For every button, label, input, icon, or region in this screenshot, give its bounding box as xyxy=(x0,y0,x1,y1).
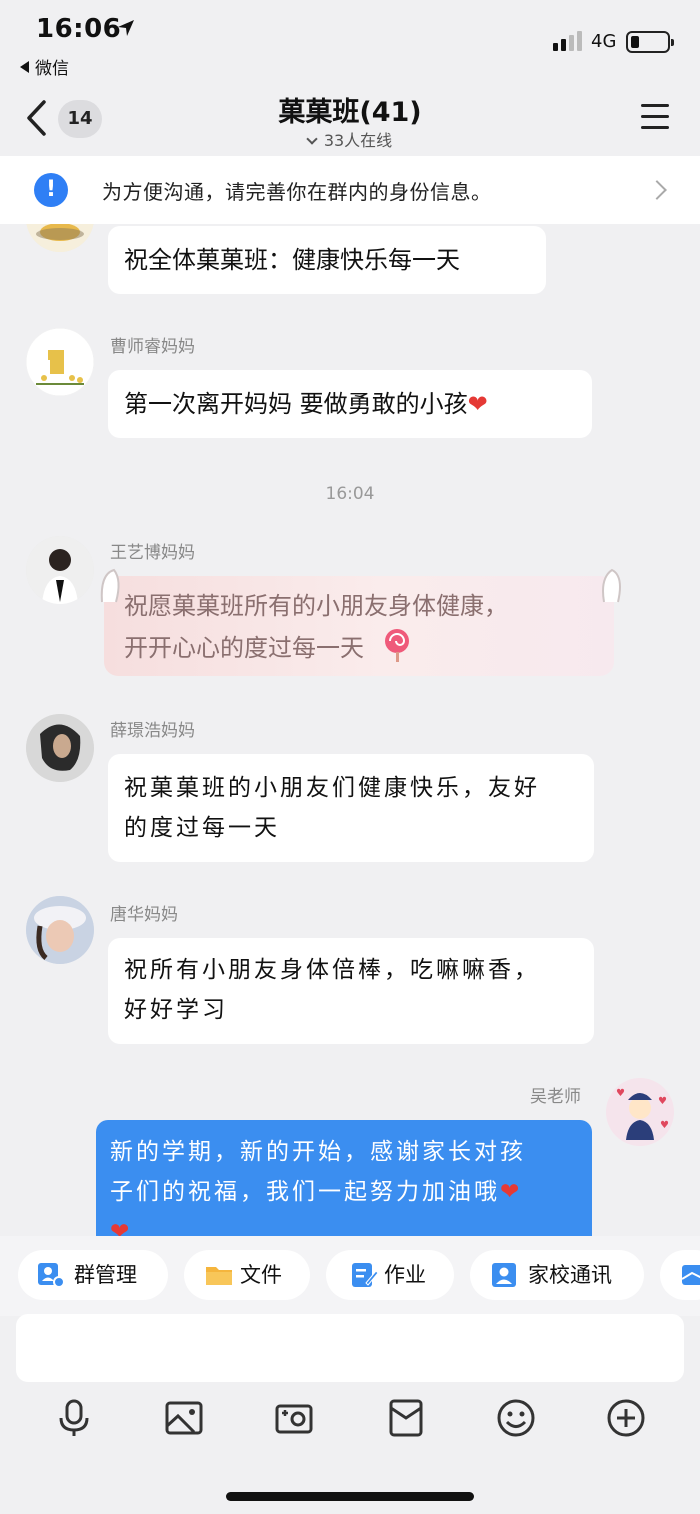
message-text-line: 祝所有小朋友身体倍棒，吃嘛嘛香， xyxy=(124,957,540,983)
homework-label: 作业 xyxy=(384,1263,426,1287)
back-app-label: 微信 xyxy=(35,59,69,79)
message-text-line: 祝菓菓班的小朋友们健康快乐，友好 xyxy=(124,775,540,801)
message-bubble[interactable]: 祝全体菓菓班：健康快乐每一天 xyxy=(108,226,546,294)
home-indicator xyxy=(226,1492,474,1501)
message-text-line-2: 开开心心的度过每一天 xyxy=(124,634,364,662)
files-chip[interactable]: 文件 xyxy=(184,1250,310,1300)
group-manage-icon xyxy=(38,1263,64,1287)
avatar[interactable] xyxy=(26,896,94,964)
own-message-bubble[interactable]: 新的学期，新的开始，感谢家长对孩 子们的祝福，我们一起努力加油哦❤ ❤ xyxy=(96,1120,592,1236)
back-triangle-icon xyxy=(20,61,29,73)
emoji-icon[interactable] xyxy=(496,1398,536,1438)
message-text-line: 的度过每一天 xyxy=(124,815,280,841)
message-text-line: 开开心心的度过每一天 xyxy=(124,628,412,663)
svg-text:♥: ♥ xyxy=(616,1088,625,1099)
group-manage-chip[interactable]: 群管理 xyxy=(18,1250,168,1300)
plus-icon[interactable] xyxy=(606,1398,646,1438)
sender-name: 唐华妈妈 xyxy=(110,905,178,925)
heart-emoji-icon: ❤ xyxy=(500,1179,523,1205)
notice-text: 为方便沟通，请完善你在群内的身份信息。 xyxy=(102,180,492,204)
decorated-message-bubble[interactable]: 祝愿菓菓班所有的小朋友身体健康， 开开心心的度过每一天 xyxy=(100,568,621,676)
menu-icon[interactable] xyxy=(641,104,669,130)
camera-icon[interactable] xyxy=(274,1398,314,1438)
sender-name: 王艺博妈妈 xyxy=(110,543,195,563)
battery-icon xyxy=(626,31,674,53)
time-divider: 16:04 xyxy=(325,484,375,504)
avatar[interactable] xyxy=(26,536,94,604)
back-to-app-link[interactable]: 微信 xyxy=(20,54,69,79)
message-text-line: 子们的祝福，我们一起努力加油哦❤ xyxy=(110,1172,578,1212)
location-arrow-icon xyxy=(118,20,134,36)
group-manage-label: 群管理 xyxy=(74,1263,137,1287)
message-input[interactable] xyxy=(16,1314,684,1382)
status-time: 16:06 xyxy=(36,14,122,44)
message-text-line: ❤ xyxy=(110,1212,578,1236)
message-text-line-2: 子们的祝福，我们一起努力加油哦 xyxy=(110,1179,500,1205)
svg-text:♥: ♥ xyxy=(658,1096,667,1107)
info-icon: ! xyxy=(34,173,68,207)
sender-name: 曹师睿妈妈 xyxy=(110,337,195,357)
avatar[interactable] xyxy=(26,328,94,396)
online-count-label: 33人在线 xyxy=(323,131,393,150)
contacts-label: 家校通讯 xyxy=(528,1263,612,1287)
more-tool-icon xyxy=(682,1265,700,1285)
message-text-line: 新的学期，新的开始，感谢家长对孩 xyxy=(110,1139,526,1165)
heart-emoji-icon: ❤ xyxy=(467,390,488,418)
red-packet-icon[interactable] xyxy=(386,1398,426,1438)
avatar[interactable] xyxy=(26,714,94,782)
message-bubble[interactable]: 祝菓菓班的小朋友们健康快乐，友好 的度过每一天 xyxy=(108,754,594,862)
message-text: 第一次离开妈妈 要做勇敢的小孩 xyxy=(124,390,468,418)
sender-name: 薛璟浩妈妈 xyxy=(110,721,195,741)
homework-chip[interactable]: 作业 xyxy=(326,1250,454,1300)
message-text-line: 祝愿菓菓班所有的小朋友身体健康， xyxy=(124,592,508,620)
message-list[interactable]: 祝全体菓菓班：健康快乐每一天 曹师睿妈妈 第一次离开妈妈 要做勇敢的小孩❤ 16… xyxy=(0,224,700,1236)
cellular-signal-icon xyxy=(553,31,582,51)
heart-emoji-icon: ❤ xyxy=(110,1219,133,1236)
avatar[interactable]: ♥ ♥ ♥ xyxy=(606,1078,674,1146)
avatar[interactable] xyxy=(26,224,94,252)
bunny-ear-right-icon xyxy=(602,568,621,603)
sender-name: 吴老师 xyxy=(530,1087,581,1107)
microphone-icon[interactable] xyxy=(54,1398,94,1438)
message-bubble[interactable]: 第一次离开妈妈 要做勇敢的小孩❤ xyxy=(108,370,592,438)
message-text-line: 好好学习 xyxy=(124,997,228,1023)
files-label: 文件 xyxy=(240,1263,282,1287)
chevron-down-icon xyxy=(306,133,318,145)
svg-text:♥: ♥ xyxy=(660,1120,669,1131)
chat-title: 菓菓班(41) xyxy=(278,97,422,128)
message-bubble[interactable]: 祝所有小朋友身体倍棒，吃嘛嘛香， 好好学习 xyxy=(108,938,594,1044)
folder-icon xyxy=(206,1267,232,1285)
contacts-icon xyxy=(492,1263,516,1287)
image-icon[interactable] xyxy=(164,1398,204,1438)
homework-icon xyxy=(352,1263,378,1287)
online-count[interactable]: 33人在线 xyxy=(0,127,700,151)
lollipop-emoji-icon xyxy=(384,629,409,662)
network-type: 4G xyxy=(591,31,617,52)
contacts-chip[interactable]: 家校通讯 xyxy=(470,1250,644,1300)
message-text: 祝全体菓菓班：健康快乐每一天 xyxy=(124,246,460,274)
